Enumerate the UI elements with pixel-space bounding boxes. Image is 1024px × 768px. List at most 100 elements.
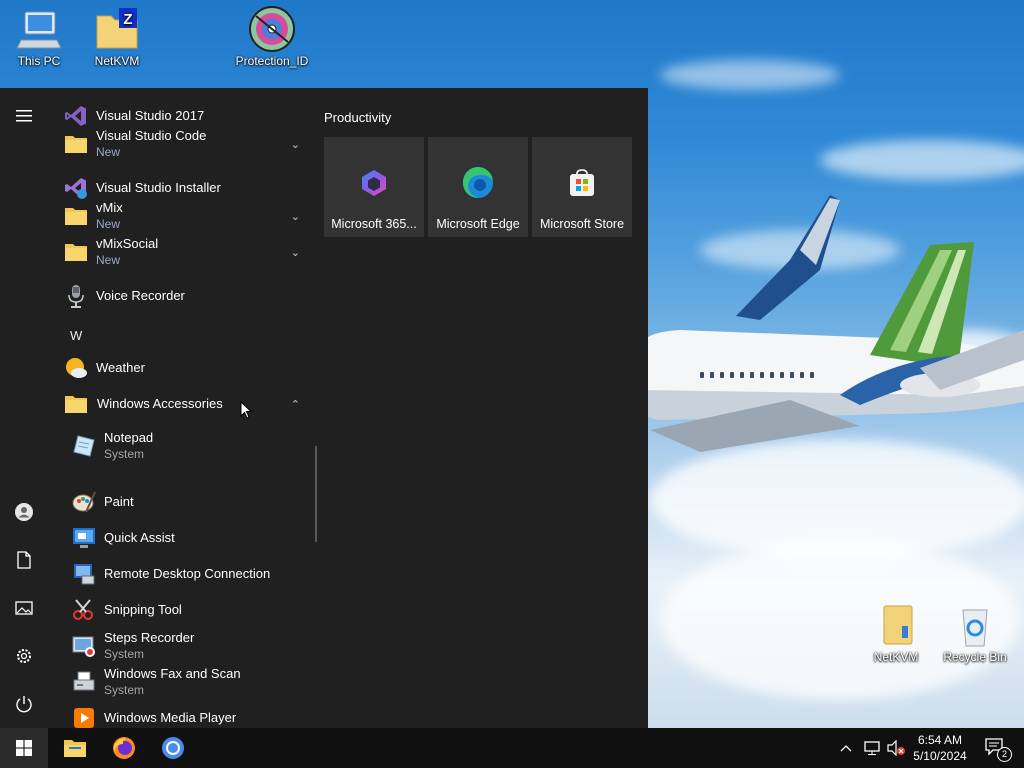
airplane-illustration: [640, 195, 1024, 452]
show-hidden-icons-button[interactable]: [836, 728, 856, 768]
chrome-button[interactable]: [149, 728, 197, 768]
app-folder-vmix[interactable]: vMix New ⌄: [48, 200, 316, 232]
desktop-icon-protection-id[interactable]: Protection_ID: [234, 6, 310, 68]
app-label: Windows Media Player: [104, 710, 237, 725]
app-steps-recorder[interactable]: Steps Recorder System: [48, 630, 316, 662]
zip-folder-icon: Z: [93, 6, 141, 52]
chevron-up-icon[interactable]: ⌃: [291, 398, 300, 411]
desktop-icon-label: This PC: [17, 54, 61, 68]
notification-count-badge: 2: [997, 747, 1012, 762]
app-label: vMixSocial: [96, 236, 159, 251]
app-notepad[interactable]: Notepad System: [48, 430, 316, 462]
chevron-up-icon: [840, 745, 852, 752]
tile-microsoft-edge[interactable]: Microsoft Edge: [428, 137, 528, 237]
firefox-button[interactable]: [100, 728, 148, 768]
microsoft-365-icon: [358, 167, 390, 199]
mouse-cursor-icon: [240, 401, 252, 419]
hamburger-menu-button[interactable]: [0, 96, 48, 136]
desktop-icon-netkvm[interactable]: Z NetKVM: [79, 6, 155, 68]
system-badge: System: [104, 447, 145, 461]
taskbar: 6:54 AM 5/10/2024 2: [0, 728, 1024, 768]
snipping-tool-icon: [72, 598, 96, 622]
power-icon: [16, 696, 32, 713]
app-folder-visual-studio-code[interactable]: Visual Studio Code New ⌄: [48, 128, 316, 160]
pictures-icon: [15, 601, 33, 615]
new-badge: New: [96, 145, 121, 159]
app-windows-fax-and-scan[interactable]: Windows Fax and Scan System: [48, 666, 316, 698]
app-label: Snipping Tool: [104, 602, 182, 617]
file-explorer-icon: [64, 740, 86, 757]
new-badge: New: [96, 217, 121, 231]
app-quick-assist[interactable]: Quick Assist: [48, 522, 316, 554]
system-badge: System: [104, 683, 145, 697]
desktop-icon-recycle-bin[interactable]: Recycle Bin: [937, 602, 1013, 664]
app-folder-windows-accessories[interactable]: Windows Accessories ⌃: [48, 388, 316, 420]
app-label: Weather: [96, 360, 145, 375]
new-badge: New: [96, 253, 121, 267]
chevron-down-icon[interactable]: ⌄: [291, 138, 300, 151]
desktop-icon-label: NetKVM: [94, 54, 140, 68]
desktop-icon-label: Recycle Bin: [943, 650, 1007, 664]
steps-recorder-icon: [72, 634, 96, 658]
app-label: Paint: [104, 494, 134, 509]
section-letter-w[interactable]: W: [70, 328, 82, 343]
app-weather[interactable]: Weather: [48, 352, 316, 384]
clock-date: 5/10/2024: [913, 749, 967, 763]
paint-icon: [72, 490, 96, 514]
clock-time: 6:54 AM: [917, 733, 963, 747]
documents-icon: [17, 551, 31, 569]
network-icon: [864, 741, 880, 755]
app-snipping-tool[interactable]: Snipping Tool: [48, 594, 316, 626]
file-explorer-button[interactable]: [51, 728, 99, 768]
tile-microsoft-store[interactable]: Microsoft Store: [532, 137, 632, 237]
pictures-button[interactable]: [0, 588, 48, 628]
folder-icon: [64, 392, 88, 416]
start-icon: [16, 740, 32, 756]
store-icon: [566, 167, 598, 199]
desktop-icon-netkvm-folder[interactable]: NetKVM: [858, 602, 934, 664]
edge-icon: [462, 167, 494, 199]
app-label: vMix: [96, 200, 123, 215]
user-account-button[interactable]: [0, 492, 48, 532]
remote-desktop-icon: [72, 562, 96, 586]
app-voice-recorder[interactable]: Voice Recorder: [48, 280, 316, 312]
volume-button[interactable]: [884, 728, 908, 768]
recycle-bin-icon: [951, 602, 999, 648]
settings-button[interactable]: [0, 636, 48, 676]
computer-icon: [15, 6, 63, 52]
app-remote-desktop-connection[interactable]: Remote Desktop Connection: [48, 558, 316, 590]
app-paint[interactable]: Paint: [48, 486, 316, 518]
power-button[interactable]: [0, 684, 48, 724]
network-status-button[interactable]: [860, 728, 884, 768]
notepad-icon: [72, 434, 96, 458]
fax-scan-icon: [72, 670, 96, 694]
app-folder-vmixsocial[interactable]: vMixSocial New ⌄: [48, 236, 316, 268]
folder-icon: [64, 204, 88, 228]
start-button[interactable]: [0, 728, 48, 768]
weather-icon: [64, 356, 88, 380]
desktop-icon-label: NetKVM: [873, 650, 919, 664]
desktop-icon-label: Protection_ID: [235, 54, 309, 68]
documents-button[interactable]: [0, 540, 48, 580]
media-player-icon: [72, 706, 96, 728]
disc-icon: [248, 6, 296, 52]
tile-label: Microsoft 365...: [331, 217, 417, 231]
tile-microsoft-365[interactable]: Microsoft 365...: [324, 137, 424, 237]
vs-installer-icon: [64, 176, 88, 200]
app-label: Visual Studio Code: [96, 128, 207, 143]
app-windows-media-player[interactable]: Windows Media Player: [48, 702, 316, 728]
chevron-down-icon[interactable]: ⌄: [291, 210, 300, 223]
app-list: Visual Studio 2017 Visual Studio Code New…: [48, 88, 316, 728]
chevron-down-icon[interactable]: ⌄: [291, 246, 300, 259]
app-label: Steps Recorder: [104, 630, 195, 645]
start-menu: Visual Studio 2017 Visual Studio Code New…: [0, 88, 648, 728]
firefox-icon: [113, 737, 135, 759]
quick-assist-icon: [72, 526, 96, 550]
desktop-icon-this-pc[interactable]: This PC: [1, 6, 77, 68]
action-center-button[interactable]: 2: [976, 728, 1016, 768]
app-label: Windows Accessories: [97, 396, 223, 411]
folder-icon: [872, 602, 920, 648]
app-label: Quick Assist: [104, 530, 175, 545]
tile-group-title[interactable]: Productivity: [324, 110, 391, 125]
clock-button[interactable]: 6:54 AM 5/10/2024: [910, 728, 970, 768]
